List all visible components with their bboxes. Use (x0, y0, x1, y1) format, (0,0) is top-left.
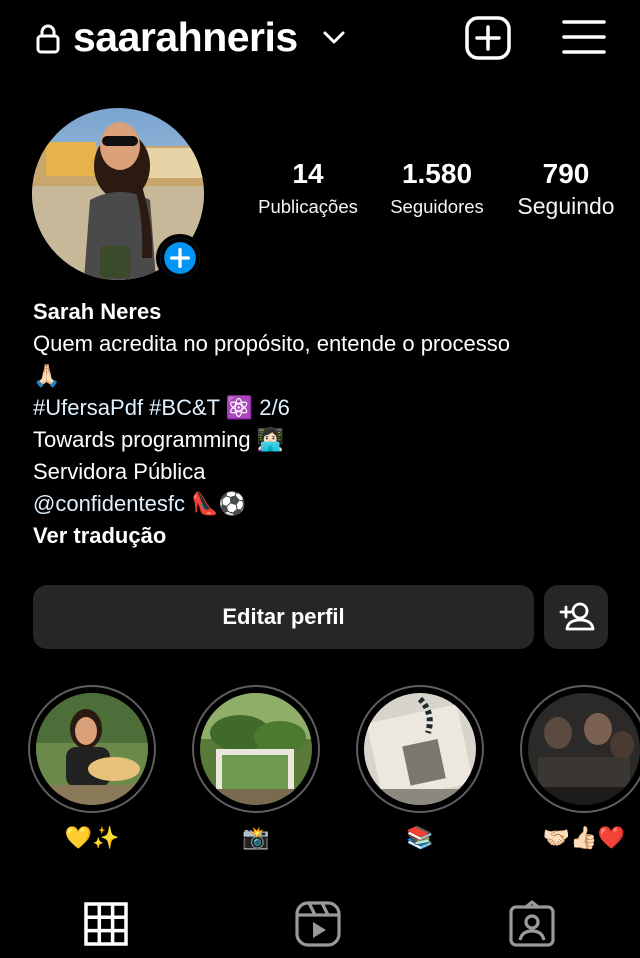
highlight-ring (356, 685, 484, 813)
hamburger-menu-icon[interactable] (562, 18, 606, 56)
profile-name: Sarah Neres (33, 299, 162, 324)
following-label: Seguindo (517, 193, 615, 219)
highlight-label: 📸 (242, 825, 270, 850)
profile-tabs (0, 890, 640, 958)
posts-count: 14 (292, 158, 324, 189)
highlight-ring (192, 685, 320, 813)
stat-posts[interactable]: 14 Publicações (248, 158, 368, 218)
story-highlight[interactable]: 📚 (356, 685, 484, 855)
bio-hashtags[interactable]: #UfersaPdf #BC&T ⚛️ 2/6 (33, 392, 623, 424)
following-count: 790 (542, 158, 590, 189)
reels-icon[interactable] (294, 900, 342, 948)
highlight-label: 💛✨ (64, 825, 120, 850)
story-highlight[interactable]: 💛✨ (28, 685, 156, 855)
stat-followers[interactable]: 1.580 Seguidores (378, 158, 496, 218)
highlight-cover (200, 693, 312, 805)
add-person-icon (559, 602, 595, 631)
highlight-label: 📚 (406, 825, 434, 850)
bio-line: 🙏🏻 (33, 363, 61, 388)
followers-label: Seguidores (390, 196, 484, 217)
bio-line: Towards programming 👩🏻‍💻 (33, 427, 285, 452)
username-switcher[interactable]: saarahneris (73, 14, 298, 61)
story-highlight[interactable]: 📸 (192, 685, 320, 855)
bio-line: Quem acredita no propósito, entende o pr… (33, 331, 510, 356)
tagged-icon[interactable] (508, 900, 556, 948)
edit-profile-button[interactable]: Editar perfil (33, 585, 534, 649)
new-post-icon[interactable] (465, 16, 511, 60)
translate-link[interactable]: Ver tradução (33, 520, 623, 552)
posts-label: Publicações (258, 196, 358, 217)
highlight-ring (520, 685, 640, 813)
chevron-down-icon[interactable] (322, 27, 346, 47)
highlight-ring (28, 685, 156, 813)
highlight-cover (364, 693, 476, 805)
highlight-cover (36, 693, 148, 805)
add-story-icon[interactable] (156, 234, 204, 282)
stat-following[interactable]: 790 Seguindo (510, 158, 622, 220)
grid-icon[interactable] (82, 900, 130, 948)
bio-line: Servidora Pública (33, 459, 206, 484)
profile-bio: Sarah Neres Quem acredita no propósito, … (33, 296, 623, 552)
story-highlight[interactable]: 🤝🏻👍🏻❤️ (520, 685, 640, 855)
profile-stats: 14 Publicações 1.580 Seguidores 790 Segu… (248, 158, 628, 228)
highlight-cover (528, 693, 640, 805)
discover-people-button[interactable] (544, 585, 608, 649)
lock-icon (36, 24, 60, 54)
bio-mention[interactable]: @confidentesfc 👠⚽ (33, 488, 623, 520)
highlight-label: 🤝🏻👍🏻❤️ (542, 825, 626, 850)
profile-header: saarahneris (0, 0, 640, 80)
followers-count: 1.580 (401, 158, 473, 189)
